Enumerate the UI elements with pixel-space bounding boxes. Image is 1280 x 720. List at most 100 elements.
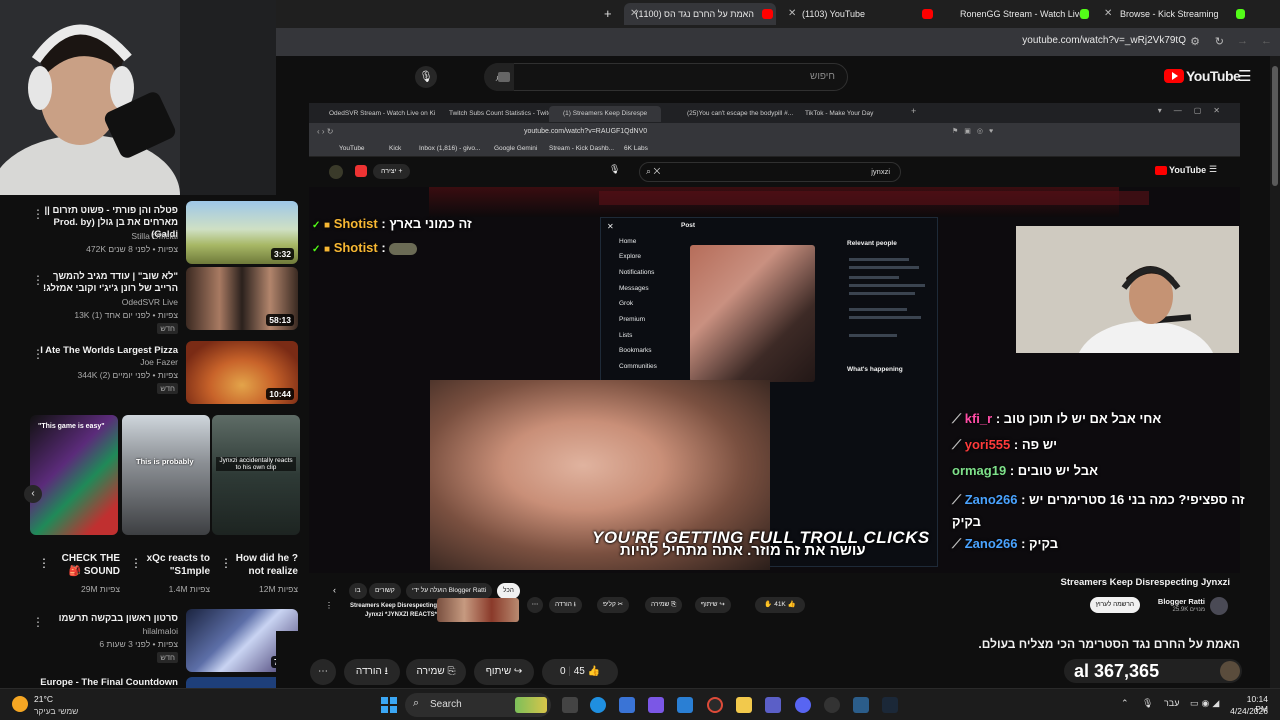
m365-icon[interactable] (677, 697, 693, 713)
tab-kick-browse[interactable]: ✕ Browse - Kick Streaming (1098, 3, 1248, 25)
task-view-icon[interactable] (562, 697, 578, 713)
x-nav-item: Premium (619, 316, 646, 323)
video-thumbnail[interactable]: 58:13 (186, 267, 298, 330)
chat-message: ⟋ kfi_r : אחי אבל אם יש לו תוכן טוב (952, 411, 1162, 426)
tab-active[interactable]: האמת על החרם נגד הס (1100) ✕ (624, 3, 776, 25)
shorts-prev-arrow[interactable]: ‹ (24, 485, 42, 503)
duration-badge: 10:44 (266, 388, 294, 400)
inner-mini-more-icon: ⋮ (325, 601, 333, 610)
recommended-video[interactable]: ⋮ סרטון ראשון בבקשה תרשמו hilalmaloi 6 צ… (0, 609, 300, 674)
close-tab-icon[interactable]: ✕ (788, 3, 796, 25)
inner-clip-pill: קליפ ✂ (597, 597, 630, 613)
windows-start-icon[interactable] (381, 697, 397, 713)
video-meta: 13K צפיות • לפני יום אחד (1) (74, 310, 178, 320)
page-scrollbar[interactable] (1270, 56, 1280, 689)
clock-date[interactable]: 4/24/2026 (1224, 706, 1268, 716)
kick-favicon-icon (1236, 9, 1245, 19)
network-volume-icons[interactable]: ▭◉◢ (1190, 698, 1222, 709)
recommended-video[interactable]: Europe - The Final Countdown (0, 677, 300, 688)
short-thumbnail[interactable]: This is probably (122, 415, 210, 535)
new-tab-button[interactable]: + (604, 6, 612, 21)
close-tab-icon[interactable]: ✕ (630, 3, 638, 25)
mic-tray-icon[interactable]: 🎙 (1142, 698, 1153, 709)
inner-tab-label: (25)You can't escape the bodypill #... (687, 110, 794, 117)
chat-text: יש פה (1021, 437, 1058, 452)
store-icon[interactable] (619, 697, 635, 713)
back-icon[interactable]: ← (1261, 35, 1272, 47)
scrollbar-thumb[interactable] (1272, 66, 1278, 186)
chat-username: kfi_r (964, 411, 993, 426)
download-button[interactable]: הורדה ⭳ (344, 659, 400, 685)
inner-share-pill: שיתוף ↪ (695, 597, 731, 613)
tray-overflow-icon[interactable]: ⌃ (1121, 698, 1129, 709)
weather-desc[interactable]: שמשי בעיקר (34, 706, 78, 716)
file-explorer-icon[interactable] (736, 697, 752, 713)
like-count[interactable]: 45 (574, 666, 585, 677)
chat-username: Shotist (333, 240, 378, 255)
channel-name: Joe Fazer (140, 357, 178, 367)
inner-search-icon: ⌕ ✕ (646, 166, 661, 176)
language-indicator[interactable]: עבר (1164, 698, 1179, 708)
weather-icon[interactable] (12, 696, 28, 712)
close-tab-icon[interactable]: ✕ (1104, 3, 1112, 25)
inner-channel-avatar (1210, 597, 1228, 615)
new-badge: חדש (157, 383, 178, 394)
x-nav-item: Lists (619, 332, 633, 339)
more-options-icon[interactable]: ⋮ (38, 556, 50, 570)
forward-icon[interactable]: → (1237, 35, 1248, 47)
obs-icon[interactable] (824, 697, 840, 713)
youtube-favicon-icon (762, 9, 773, 19)
more-actions-button[interactable]: ⋯ (310, 659, 336, 685)
chrome-icon[interactable] (707, 697, 723, 713)
inner-mini-video-title: Streamers Keep Disrespecting Jynxzi *JYN… (349, 603, 437, 618)
video-thumbnail[interactable]: 3:32 (186, 201, 298, 264)
steam-icon[interactable] (882, 697, 898, 713)
edge-icon[interactable] (590, 697, 606, 713)
tab-youtube[interactable]: ✕ (1103) YouTube (782, 3, 917, 25)
inner-menu-icon: ☰ (1209, 164, 1218, 174)
app-icon[interactable] (853, 697, 869, 713)
chat-message: ⟋ Zano266 : זה ספציפי? כמה בני 16 סטרימר… (952, 492, 1245, 529)
video-thumbnail[interactable]: 10:44 (186, 341, 298, 404)
save-button[interactable]: שמירה ⎘ (406, 659, 466, 685)
inner-tab: Twitch Subs Count Statistics - Twitch (435, 106, 555, 122)
hamburger-menu-icon[interactable]: ☰ (1238, 67, 1251, 85)
inner-search-text: jynxzi (871, 167, 890, 176)
streamer-webcam (0, 0, 276, 195)
keyboard-icon[interactable] (498, 72, 510, 82)
bookmark: YouTube (339, 145, 365, 152)
weather-temp[interactable]: 21°C (34, 694, 53, 704)
recommended-video[interactable]: ⋮ "לא שוב" | עודד מגיב להמשך הרייב של רו… (0, 267, 300, 334)
youtube-logo[interactable]: YouTube (1164, 68, 1241, 84)
reload-icon[interactable]: ↻ (1215, 35, 1224, 48)
youtube-search-box[interactable]: ⌕ חיפוש (484, 63, 848, 91)
short-thumbnail[interactable]: "This game is easy" (30, 415, 118, 535)
tab-label: RonenGG Stream - Watch Live (960, 9, 1085, 19)
teams-icon[interactable] (765, 697, 781, 713)
video-title: I Ate The Worlds Largest Pizza (40, 345, 178, 356)
recommended-video[interactable]: ⋮ פטלה והן פורתי - פשוט תזרום || מארחים … (0, 201, 300, 266)
chat-message: ✓ ■ Shotist : זה כמוני בארץ (312, 216, 472, 231)
x-post-title: Post (681, 222, 696, 229)
bookmark: Google Gemini (494, 145, 538, 152)
like-dislike-pill[interactable]: 0 | 45 👍 (542, 659, 618, 685)
short-thumbnail[interactable]: Jynxzi accidentally reacts to his own cl… (212, 415, 300, 535)
discord-icon[interactable] (795, 697, 811, 713)
inner-chips-prev-icon: ‹ (333, 585, 336, 595)
voice-search-icon[interactable]: 🎙 (415, 66, 437, 88)
tune-icon[interactable]: ⚙ (1190, 35, 1200, 48)
dislike-count[interactable]: 0 (560, 666, 566, 677)
taskbar-search[interactable]: ⌕ Search (405, 693, 551, 717)
inner-tab: OdedSVR Stream - Watch Live on Ki (315, 106, 435, 122)
recommended-video[interactable]: ⋮ I Ate The Worlds Largest Pizza Joe Faz… (0, 341, 300, 406)
inner-chip: הכל (497, 583, 520, 599)
inner-create-button: יצירה + (373, 164, 411, 179)
channel-overlay[interactable]: al 367,365 (1064, 659, 1242, 683)
windows-taskbar: 21°C שמשי בעיקר ⌕ Search ⌃ 🎙 עבר ▭◉◢ 10:… (0, 688, 1280, 720)
copilot-icon[interactable] (648, 697, 664, 713)
url-field[interactable]: youtube.com/watch?v=_wRj2Vk79tQ (1022, 35, 1186, 46)
share-button[interactable]: שיתוף ↪ (474, 659, 534, 685)
inner-like-pill: ✋ 41K 👍 (755, 597, 805, 613)
tab-ronengg[interactable]: RonenGG Stream - Watch Live (918, 3, 1093, 25)
inner-window-controls: ▾—▢✕ (1157, 106, 1232, 115)
